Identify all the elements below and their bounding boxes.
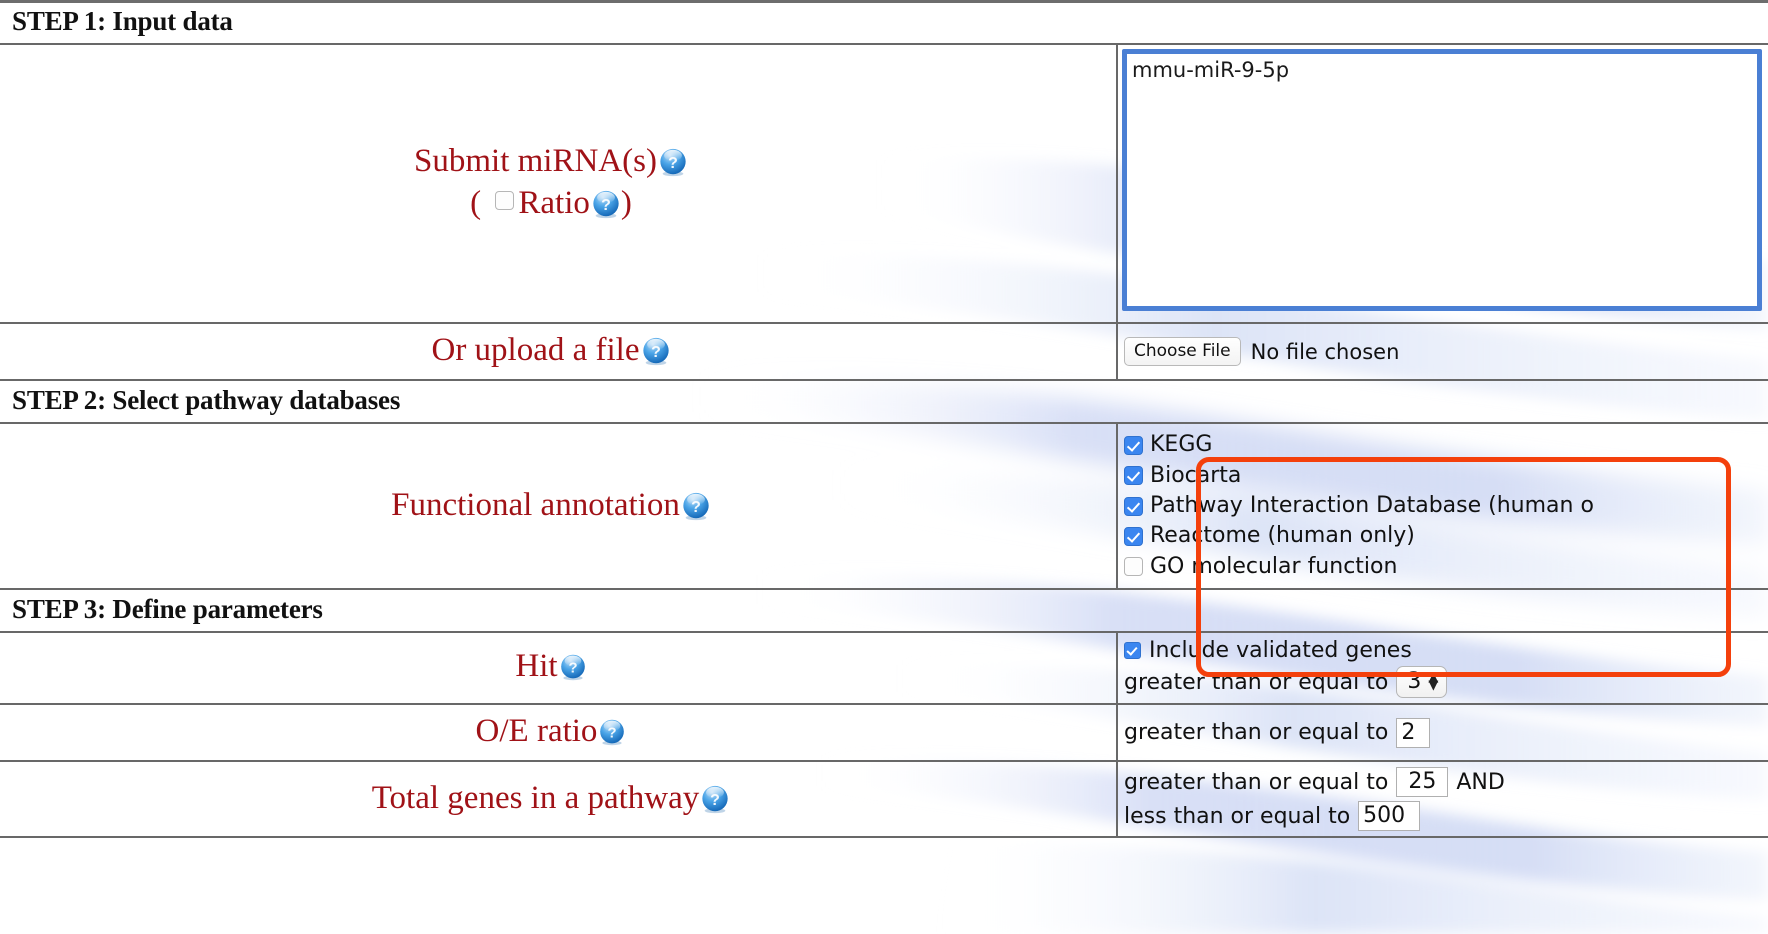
step2-header-row: STEP 2: Select pathway databases [0, 379, 1768, 425]
functional-annotation-label-cell: Functional annotation ? [0, 422, 1118, 591]
hit-comparator-label: greater than or equal to [1124, 669, 1389, 695]
reactome-label: Reactome (human only) [1150, 523, 1415, 549]
choose-file-button[interactable]: Choose File [1124, 337, 1241, 367]
mirna-textarea[interactable] [1122, 49, 1762, 311]
oe-ratio-value-input[interactable] [1396, 717, 1431, 748]
spinner-arrows-icon: ▲ ▼ [1428, 670, 1439, 693]
help-question-icon[interactable]: ? [591, 189, 621, 219]
total-genes-min-input[interactable] [1396, 767, 1449, 798]
ratio-label: Ratio [518, 184, 590, 221]
svg-text:?: ? [608, 726, 617, 742]
ratio-paren-open: ( [470, 184, 482, 221]
mirna-input-cell [1117, 43, 1768, 324]
total-genes-min-comparator-label: greater than or equal to [1124, 769, 1389, 795]
biocarta-label: Biocarta [1150, 462, 1242, 488]
oe-ratio-comparator-label: greater than or equal to [1124, 720, 1389, 746]
step2-heading: STEP 2: Select pathway databases [0, 379, 1768, 425]
hit-threshold-row: greater than or equal to 3 ▲ ▼ [1124, 666, 1768, 699]
total-genes-params-cell: greater than or equal to AND less than o… [1117, 760, 1768, 839]
hit-label: Hit [515, 648, 558, 685]
step3-heading: STEP 3: Define parameters [0, 588, 1768, 634]
total-genes-max-comparator-label: less than or equal to [1124, 803, 1351, 829]
pathway-database-checkbox-list: KEGG Biocarta Pathway Interaction Databa… [1118, 424, 1768, 588]
reactome-checkbox[interactable] [1124, 527, 1143, 546]
submit-mirna-label: Submit miRNA(s) [414, 143, 657, 180]
page-root: STEP 1: Input data Submit miRNA(s) ? (R… [0, 0, 1768, 934]
total-genes-max-row: less than or equal to [1124, 801, 1768, 832]
hit-threshold-value: 3 [1407, 669, 1422, 695]
help-question-icon[interactable]: ? [559, 651, 587, 681]
total-genes-conjunction: AND [1456, 769, 1505, 795]
total-genes-label-cell: Total genes in a pathway ? [0, 760, 1118, 839]
database-option-pid[interactable]: Pathway Interaction Database (human o [1124, 491, 1768, 521]
ratio-checkbox[interactable] [495, 190, 515, 210]
hit-params-cell: Include validated genes greater than or … [1117, 631, 1768, 706]
help-question-icon[interactable]: ? [700, 784, 730, 814]
oe-ratio-row: O/E ratio ? greater than or equal to [0, 703, 1768, 763]
svg-text:?: ? [691, 499, 701, 516]
functional-annotation-label: Functional annotation [391, 486, 680, 523]
biocarta-checkbox[interactable] [1124, 466, 1143, 486]
hit-label-cell: Hit ? [0, 631, 1118, 706]
kegg-checkbox[interactable] [1124, 435, 1143, 455]
help-question-icon[interactable]: ? [598, 716, 626, 746]
go-molecular-function-label: GO molecular function [1150, 553, 1398, 579]
miRNA-pathway-form: STEP 1: Input data Submit miRNA(s) ? (R… [0, 0, 1768, 839]
include-validated-genes-row[interactable]: Include validated genes [1124, 638, 1768, 663]
pid-checkbox[interactable] [1124, 496, 1143, 516]
top-divider [0, 0, 1768, 3]
help-question-icon[interactable]: ? [658, 147, 688, 177]
step3-header-row: STEP 3: Define parameters [0, 588, 1768, 634]
include-validated-genes-checkbox[interactable] [1124, 642, 1141, 660]
functional-annotation-row: Functional annotation ? KEGG Biocarta Pa… [0, 422, 1768, 591]
database-option-kegg[interactable]: KEGG [1124, 430, 1768, 460]
svg-text:?: ? [668, 155, 678, 172]
upload-file-label-cell: Or upload a file ? [0, 321, 1118, 382]
database-option-reactome[interactable]: Reactome (human only) [1124, 521, 1768, 551]
help-question-icon[interactable]: ? [641, 336, 671, 366]
ratio-line: ( Ratio ? ) [0, 183, 1102, 224]
include-validated-genes-label: Include validated genes [1149, 638, 1412, 664]
submit-mirna-row: Submit miRNA(s) ? (Ratio ?) mmu-miR-9-… [0, 43, 1768, 324]
svg-text:?: ? [568, 661, 577, 677]
file-chosen-status: No file chosen [1250, 339, 1400, 364]
hit-row: Hit ? Include validated genes greater th… [0, 631, 1768, 706]
total-genes-min-row: greater than or equal to AND [1124, 767, 1768, 798]
step1-header-row: STEP 1: Input data [0, 0, 1768, 45]
oe-ratio-label: O/E ratio [475, 713, 598, 750]
total-genes-max-input[interactable] [1358, 801, 1421, 832]
total-genes-row: Total genes in a pathway ? greater than … [0, 760, 1768, 839]
database-list-cell: KEGG Biocarta Pathway Interaction Databa… [1117, 422, 1768, 591]
help-question-icon[interactable]: ? [681, 491, 711, 521]
oe-ratio-label-cell: O/E ratio ? [0, 703, 1118, 763]
svg-text:?: ? [651, 344, 661, 361]
oe-ratio-threshold-row: greater than or equal to [1124, 717, 1768, 748]
step1-heading: STEP 1: Input data [0, 0, 1768, 45]
upload-file-label: Or upload a file [431, 332, 640, 368]
go-molecular-function-checkbox[interactable] [1124, 557, 1143, 577]
upload-file-row: Or upload a file ? Choose File No file c… [0, 321, 1768, 382]
hit-threshold-select[interactable]: 3 ▲ ▼ [1396, 666, 1448, 699]
kegg-label: KEGG [1150, 432, 1213, 458]
svg-text:?: ? [601, 197, 611, 214]
pid-label: Pathway Interaction Database (human o [1150, 492, 1594, 518]
database-option-go-molecular-function[interactable]: GO molecular function [1124, 552, 1768, 582]
submit-mirna-label-cell: Submit miRNA(s) ? (Ratio ?) [0, 43, 1118, 324]
ratio-paren-close: ) [620, 184, 632, 221]
oe-ratio-params-cell: greater than or equal to [1117, 703, 1768, 763]
database-option-biocarta[interactable]: Biocarta [1124, 461, 1768, 491]
file-upload-cell: Choose File No file chosen [1117, 321, 1768, 382]
total-genes-label: Total genes in a pathway [371, 779, 700, 816]
svg-text:?: ? [710, 792, 720, 809]
